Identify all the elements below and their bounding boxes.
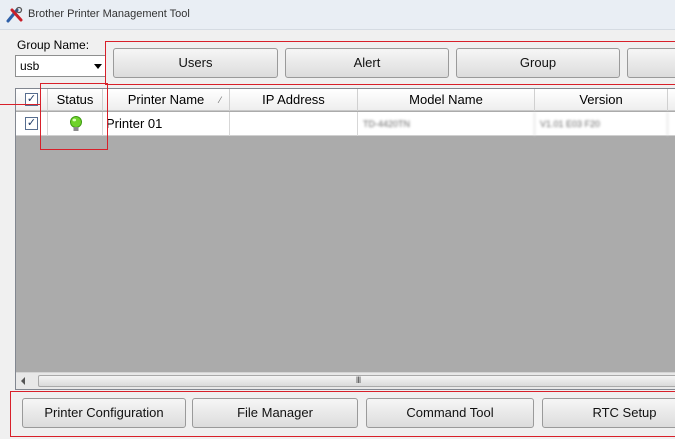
chevron-down-icon [94,64,102,69]
column-header-ip-address[interactable]: IP Address [230,89,358,111]
group-name-value: usb [20,59,40,73]
scrollbar-grip: III [355,375,361,385]
scrollbar-thumb[interactable]: III [38,375,675,387]
window-title: Brother Printer Management Tool [28,8,190,20]
brother-tool-icon [6,6,23,23]
title-bar: Brother Printer Management Tool [0,0,675,30]
printer-list-grid[interactable]: ✓ Status Printer Name ⁄ IP Address Model… [15,88,675,390]
grid-header: ✓ Status Printer Name ⁄ IP Address Model… [16,89,675,111]
horizontal-scrollbar[interactable]: III [16,372,675,389]
group-name-label: Group Name: [17,38,90,52]
model-name-cell: TD-4420TN [358,112,535,136]
column-header-printer-name[interactable]: Printer Name ⁄ [103,89,230,111]
column-header-printer-name-label: Printer Name [127,92,205,107]
sort-indicator-icon: ⁄ [219,95,221,105]
highlight-status-column [40,83,108,150]
printer-name-cell: Printer 01 [103,112,230,136]
row-checkbox[interactable]: ✓ [25,117,38,130]
version-cell: V1.01 E03 F20 [535,112,668,136]
highlight-toolbar [105,41,675,85]
column-header-version[interactable]: Version [535,89,668,111]
ip-address-cell [230,112,358,136]
highlight-pointer-line [0,104,41,105]
table-row[interactable]: ✓ Printer 01 TD-4420TN V1.01 E03 F20 [16,112,675,136]
column-header-model-name[interactable]: Model Name [358,89,535,111]
scroll-left-arrow-icon[interactable] [21,377,25,385]
group-name-dropdown[interactable]: usb [15,55,106,77]
highlight-bottom-buttons [10,391,675,437]
